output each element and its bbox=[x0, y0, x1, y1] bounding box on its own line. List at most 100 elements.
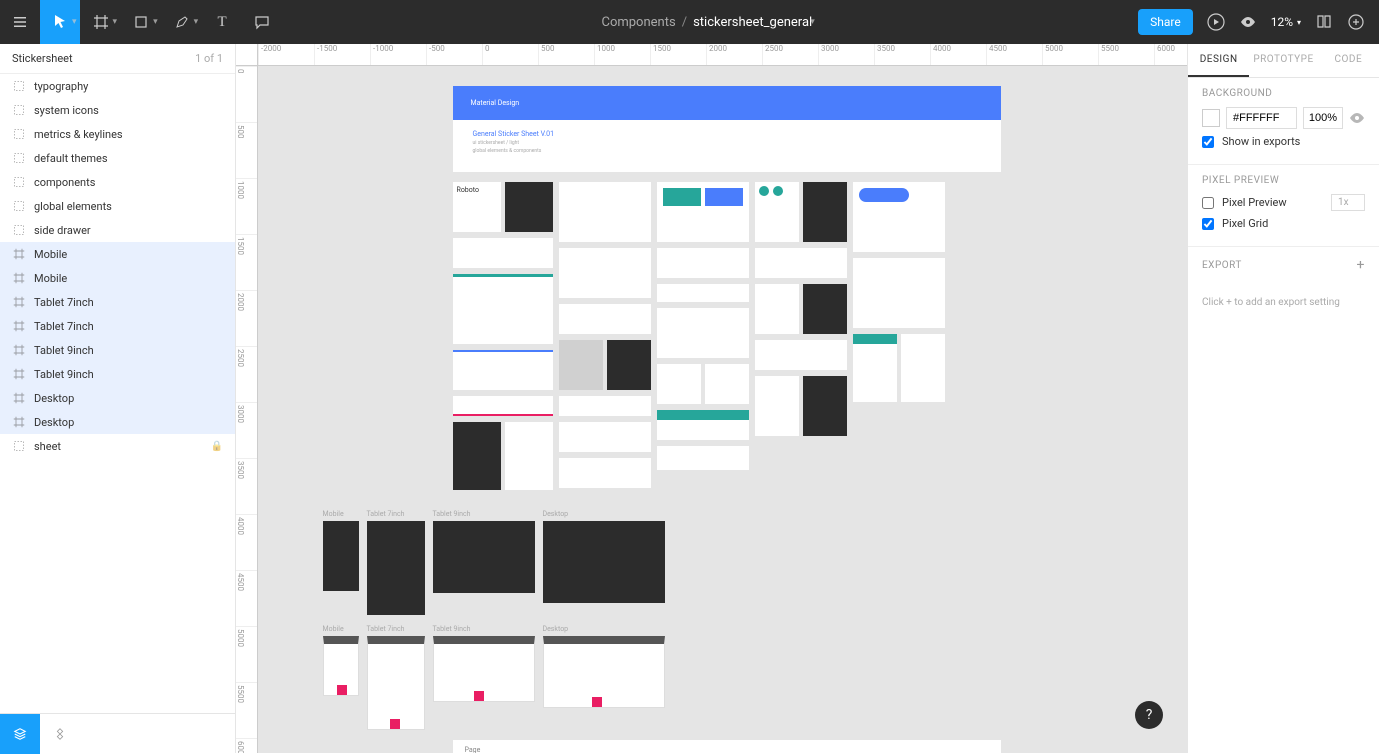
layer-name: Tablet 9inch bbox=[34, 368, 94, 381]
chevron-down-icon[interactable]: ▾ bbox=[153, 17, 162, 27]
view-button[interactable] bbox=[1239, 13, 1257, 31]
library-button[interactable] bbox=[1315, 13, 1333, 31]
ruler-tick: 2000 bbox=[236, 290, 257, 346]
breadcrumb-sep: / bbox=[682, 15, 687, 30]
device-label: Tablet 7inch bbox=[367, 625, 425, 633]
frame-icon bbox=[12, 343, 26, 357]
layer-row[interactable]: global elements bbox=[0, 194, 235, 218]
toolbar-left: ▾ ▾ ▾ ▾ T bbox=[0, 0, 282, 44]
file-title[interactable]: Components / stickersheet_general ▾ bbox=[282, 15, 1138, 30]
pixel-preview-label: Pixel Preview bbox=[1222, 196, 1287, 209]
section-title: Background bbox=[1202, 88, 1365, 99]
show-exports-row[interactable]: Show in exports bbox=[1202, 135, 1365, 148]
assets-tab-button[interactable] bbox=[40, 714, 80, 754]
artboard bbox=[657, 248, 749, 278]
device-frame: Desktop bbox=[543, 625, 665, 708]
add-export-button[interactable]: + bbox=[1357, 257, 1365, 273]
artboard bbox=[657, 284, 749, 302]
layer-row[interactable]: Tablet 9inch bbox=[0, 338, 235, 362]
text-tool[interactable]: T bbox=[202, 0, 242, 44]
tab-design[interactable]: Design bbox=[1188, 44, 1249, 77]
chevron-down-icon[interactable]: ▾ bbox=[72, 17, 81, 27]
help-button[interactable]: ? bbox=[1135, 701, 1163, 729]
show-exports-checkbox[interactable] bbox=[1202, 136, 1214, 148]
artboard bbox=[755, 248, 847, 278]
chevron-down-icon[interactable]: ▾ bbox=[194, 17, 203, 27]
layer-row[interactable]: Tablet 7inch bbox=[0, 314, 235, 338]
color-swatch[interactable] bbox=[1202, 109, 1220, 127]
layer-row[interactable]: metrics & keylines bbox=[0, 122, 235, 146]
eye-icon[interactable] bbox=[1349, 110, 1365, 126]
page-footer: Page bbox=[453, 740, 1001, 753]
pixel-grid-checkbox[interactable] bbox=[1202, 218, 1214, 230]
tab-prototype[interactable]: Prototype bbox=[1249, 44, 1317, 77]
export-label: Export bbox=[1202, 260, 1242, 271]
group-icon bbox=[12, 103, 26, 117]
present-button[interactable] bbox=[1207, 13, 1225, 31]
device-frame: Mobile bbox=[323, 625, 359, 696]
pixel-preview-checkbox[interactable] bbox=[1202, 197, 1214, 209]
artboard bbox=[559, 422, 651, 452]
background-hex-input[interactable] bbox=[1226, 107, 1297, 129]
layers-tab-button[interactable] bbox=[0, 714, 40, 754]
frame-icon bbox=[12, 391, 26, 405]
layer-row[interactable]: Mobile bbox=[0, 266, 235, 290]
ruler-tick: 5500 bbox=[236, 682, 257, 738]
layer-name: metrics & keylines bbox=[34, 128, 123, 141]
layer-row[interactable]: Tablet 7inch bbox=[0, 290, 235, 314]
layer-row[interactable]: Desktop bbox=[0, 410, 235, 434]
background-row bbox=[1202, 107, 1365, 129]
device-body bbox=[433, 521, 535, 593]
layer-row[interactable]: sheet🔒 bbox=[0, 434, 235, 458]
lock-icon: 🔒 bbox=[211, 441, 223, 452]
canvas[interactable]: Material Design General Sticker Sheet V.… bbox=[258, 66, 1187, 753]
menu-button[interactable] bbox=[0, 0, 40, 44]
pixel-scale-select[interactable]: 1x bbox=[1331, 194, 1365, 211]
layer-row[interactable]: typography bbox=[0, 74, 235, 98]
canvas-viewport[interactable]: -2000-1500-1000-500050010001500200025003… bbox=[236, 44, 1187, 753]
roboto-card: Roboto bbox=[453, 182, 501, 232]
artboard-col bbox=[657, 182, 749, 470]
tab-code[interactable]: Code bbox=[1318, 44, 1379, 77]
background-opacity-input[interactable] bbox=[1303, 107, 1343, 129]
pixel-preview-row[interactable]: Pixel Preview 1x bbox=[1202, 194, 1365, 211]
square-icon bbox=[133, 14, 149, 30]
page-header[interactable]: Stickersheet 1 of 1 bbox=[0, 44, 235, 74]
device-label: Mobile bbox=[323, 625, 359, 633]
layer-name: global elements bbox=[34, 200, 112, 213]
ruler-tick: 6000 bbox=[1154, 44, 1187, 65]
layer-name: Tablet 7inch bbox=[34, 320, 94, 333]
layer-name: Tablet 9inch bbox=[34, 344, 94, 357]
artboard bbox=[559, 340, 603, 390]
ruler-tick: 1000 bbox=[236, 178, 257, 234]
layer-row[interactable]: Mobile bbox=[0, 242, 235, 266]
layer-name: system icons bbox=[34, 104, 99, 117]
add-button[interactable] bbox=[1347, 13, 1365, 31]
ruler-tick: 5500 bbox=[1098, 44, 1154, 65]
sidebar-footer bbox=[0, 713, 235, 753]
layer-row[interactable]: side drawer bbox=[0, 218, 235, 242]
inspector-panel: Design Prototype Code Background Show in… bbox=[1187, 44, 1379, 753]
group-icon bbox=[12, 223, 26, 237]
layer-row[interactable]: Desktop bbox=[0, 386, 235, 410]
artboard bbox=[559, 304, 651, 334]
chevron-down-icon[interactable]: ▾ bbox=[810, 17, 819, 27]
horizontal-ruler: -2000-1500-1000-500050010001500200025003… bbox=[258, 44, 1187, 66]
pixel-grid-row[interactable]: Pixel Grid bbox=[1202, 217, 1365, 230]
layer-name: side drawer bbox=[34, 224, 91, 237]
layer-row[interactable]: system icons bbox=[0, 98, 235, 122]
share-button[interactable]: Share bbox=[1138, 9, 1193, 35]
artboard bbox=[803, 182, 847, 242]
artboard-col bbox=[559, 182, 651, 488]
device-label: Tablet 9inch bbox=[433, 510, 535, 518]
components-icon bbox=[53, 727, 67, 741]
artboard bbox=[657, 410, 749, 440]
layer-row[interactable]: Tablet 9inch bbox=[0, 362, 235, 386]
zoom-control[interactable]: 12%▾ bbox=[1271, 15, 1301, 29]
device-frame: Tablet 9inch bbox=[433, 625, 535, 702]
artboard bbox=[657, 446, 749, 470]
layer-row[interactable]: default themes bbox=[0, 146, 235, 170]
layer-row[interactable]: components bbox=[0, 170, 235, 194]
chevron-down-icon[interactable]: ▾ bbox=[113, 17, 122, 27]
comment-tool[interactable] bbox=[242, 0, 282, 44]
